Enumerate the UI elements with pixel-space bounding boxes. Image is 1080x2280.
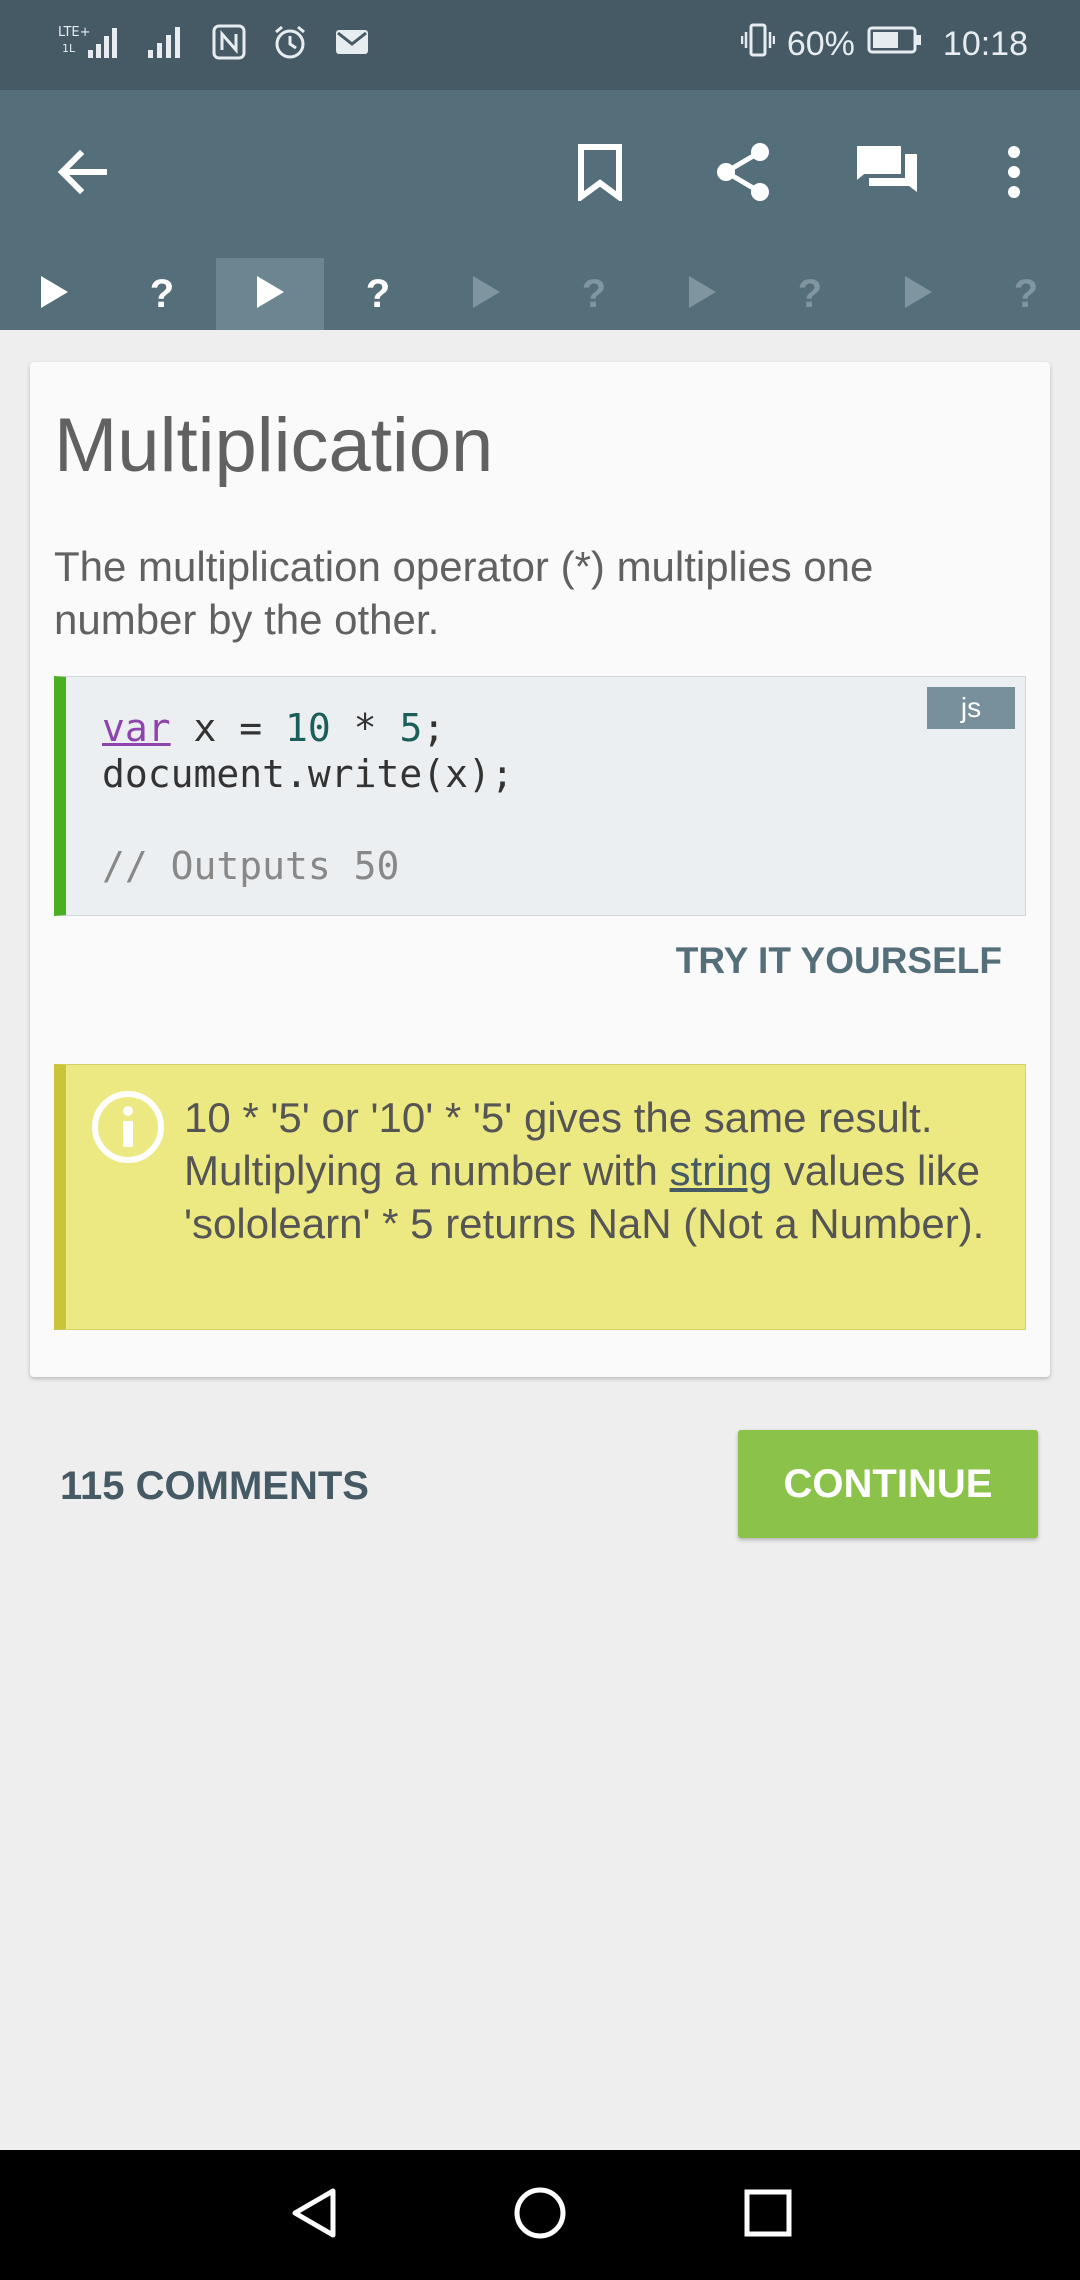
share-icon [714, 142, 774, 207]
nav-back-button[interactable] [280, 2180, 350, 2250]
code-line-2: document.write(x); [102, 752, 514, 796]
question-icon: ? [149, 271, 175, 316]
question-icon: ? [581, 271, 607, 316]
step-2-quiz[interactable]: ? [108, 258, 216, 330]
lesson-title: Multiplication [54, 403, 494, 488]
nfc-icon [212, 24, 246, 65]
lesson-progress: ? ? ? ? ? [0, 258, 1080, 330]
clock: 10:18 [942, 25, 1028, 63]
info-icon [90, 1089, 166, 1170]
share-button[interactable] [704, 134, 784, 214]
question-icon: ? [365, 271, 391, 316]
battery-icon [867, 25, 923, 64]
lesson-card: Multiplication The multiplication operat… [30, 362, 1050, 1377]
nav-home-icon [512, 2185, 568, 2246]
discussion-button[interactable] [846, 134, 926, 214]
continue-button[interactable]: CONTINUE [738, 1430, 1038, 1538]
step-1-play[interactable] [0, 258, 108, 330]
status-bar: LTE+ 1L 60% 10:18 [0, 0, 1080, 90]
play-icon [902, 274, 934, 315]
step-4-quiz[interactable]: ? [324, 258, 432, 330]
comments-icon [851, 140, 921, 209]
nav-recents-button[interactable] [733, 2180, 803, 2250]
code-semicolon: ; [422, 706, 446, 750]
play-icon [38, 274, 70, 315]
question-icon: ? [1013, 271, 1039, 316]
play-icon [470, 274, 502, 315]
system-nav-bar [0, 2150, 1080, 2280]
bookmark-button[interactable] [560, 134, 640, 214]
back-arrow-icon [54, 144, 110, 205]
app-bar [0, 90, 1080, 258]
code-text: x = [170, 706, 286, 750]
code-number: 10 [285, 706, 331, 750]
language-badge: js [927, 687, 1015, 729]
bookmark-icon [576, 143, 624, 206]
vibrate-icon [740, 22, 776, 67]
step-7-play[interactable] [648, 258, 756, 330]
back-button[interactable] [42, 134, 122, 214]
more-options-button[interactable] [974, 134, 1054, 214]
alarm-icon [272, 24, 308, 65]
play-icon [686, 274, 718, 315]
nav-home-button[interactable] [505, 2180, 575, 2250]
try-it-yourself-button[interactable]: TRY IT YOURSELF [676, 940, 1002, 982]
battery-percent: 60% [786, 25, 855, 63]
string-link[interactable]: string [670, 1147, 773, 1194]
svg-text:1L: 1L [62, 42, 76, 55]
mail-icon [334, 27, 370, 62]
code-operator: * [330, 706, 400, 750]
svg-text:LTE+: LTE+ [58, 25, 91, 40]
lte-signal-icon: LTE+ 1L [58, 22, 120, 67]
code-block: js var x = 10 * 5; document.write(x); //… [54, 676, 1026, 916]
nav-recents-icon [740, 2185, 796, 2246]
step-9-play[interactable] [864, 258, 972, 330]
step-6-quiz[interactable]: ? [540, 258, 648, 330]
info-note: 10 * '5' or '10' * '5' gives the same re… [54, 1064, 1026, 1330]
status-icons-right: 60% 10:18 [740, 22, 1028, 67]
nav-back-icon [287, 2185, 343, 2246]
lesson-description: The multiplication operator (*) multipli… [54, 543, 874, 643]
signal-icon [146, 24, 186, 65]
question-icon: ? [797, 271, 823, 316]
step-8-quiz[interactable]: ? [756, 258, 864, 330]
code-comment: // Outputs 50 [102, 844, 400, 888]
code-keyword-link[interactable]: var [102, 706, 171, 750]
play-icon [254, 274, 286, 315]
step-10-quiz[interactable]: ? [972, 258, 1080, 330]
more-vert-icon [1004, 144, 1024, 205]
code-content: var x = 10 * 5; document.write(x); // Ou… [102, 705, 514, 889]
code-number: 5 [399, 706, 423, 750]
step-5-play[interactable] [432, 258, 540, 330]
comments-link[interactable]: 115 COMMENTS [60, 1464, 369, 1509]
step-3-play-current[interactable] [216, 258, 324, 330]
note-text: 10 * '5' or '10' * '5' gives the same re… [184, 1091, 1014, 1250]
status-icons-left: LTE+ 1L [58, 22, 370, 67]
